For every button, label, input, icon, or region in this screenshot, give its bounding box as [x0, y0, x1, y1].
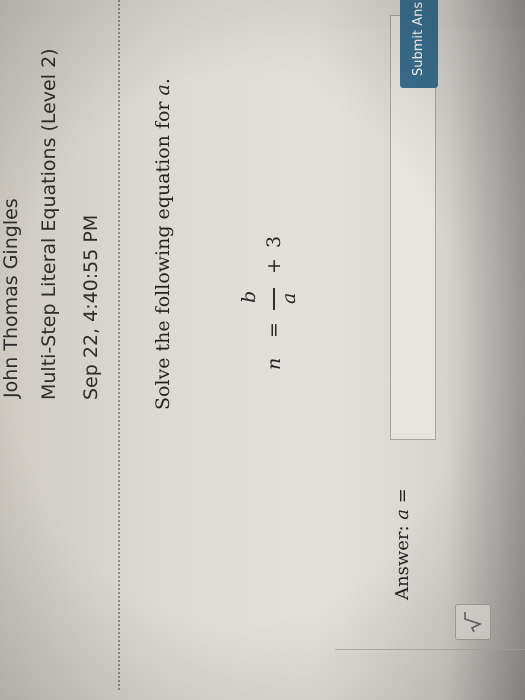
equation-lhs: n: [263, 357, 285, 370]
dotted-divider: [118, 0, 120, 690]
question-prompt: Solve the following equation for a.: [152, 78, 174, 410]
equation-fraction: b a: [238, 284, 300, 310]
fraction-bar: [273, 288, 275, 310]
student-name: John Thomas Gingles: [0, 198, 22, 398]
fraction-numerator: b: [238, 290, 260, 303]
answer-variable: a: [392, 508, 413, 520]
equation-plus: +: [263, 258, 285, 274]
equation-equals: =: [263, 322, 285, 338]
fraction-denominator: a: [278, 292, 300, 304]
square-root-button[interactable]: [455, 604, 491, 640]
assignment-header: John Thomas Gingles Multi-Step Literal E…: [0, 0, 110, 400]
screen: John Thomas Gingles Multi-Step Literal E…: [0, 0, 525, 700]
assignment-title: Multi-Step Literal Equations (Level 2): [38, 48, 60, 400]
equation: n = b a + 3: [185, 210, 300, 370]
timestamp: Sep 22, 4:40:55 PM: [80, 214, 102, 400]
question-period: .: [152, 78, 174, 85]
answer-label-text: Answer:: [392, 525, 413, 600]
equation-constant: 3: [263, 235, 285, 248]
answer-equals: =: [392, 488, 413, 504]
question-prompt-text: Solve the following equation for: [152, 101, 174, 411]
answer-label: Answer: a =: [392, 488, 413, 600]
submit-answer-button[interactable]: Submit Ans: [400, 0, 438, 88]
question-variable: a: [152, 84, 174, 96]
photo-frame: John Thomas Gingles Multi-Step Literal E…: [0, 0, 525, 700]
